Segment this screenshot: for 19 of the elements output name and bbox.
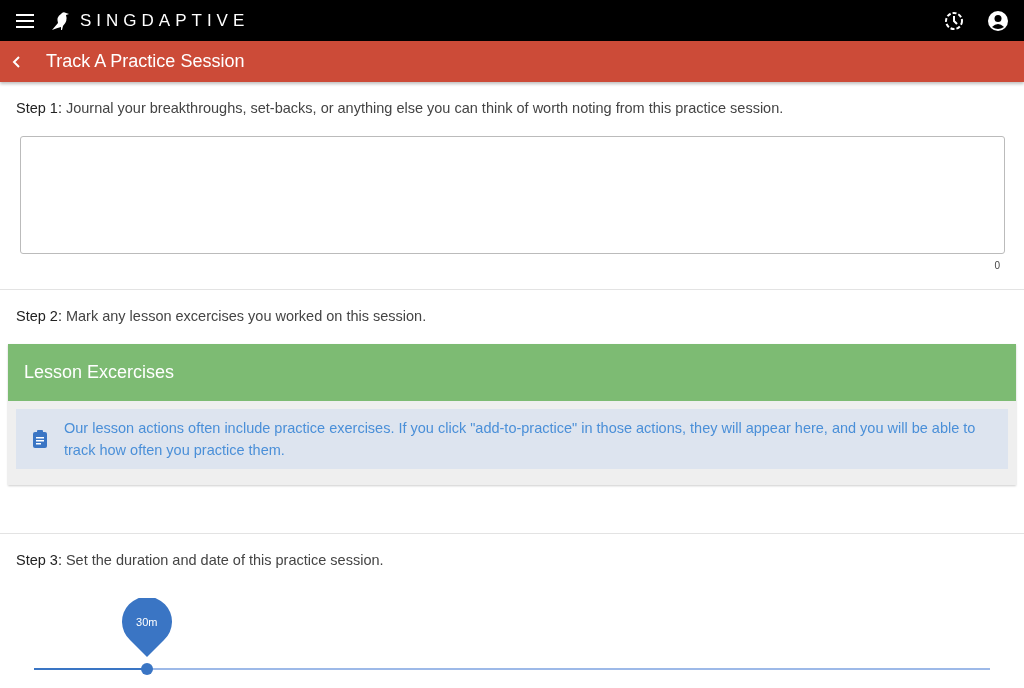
info-text: Our lesson actions often include practice exercises. If you click "add-to-practice" in those actions, they will appear here, and you will be able to track how often you practice them. — [64, 418, 977, 460]
account-icon[interactable] — [988, 10, 1008, 31]
journal-field[interactable] — [19, 135, 1005, 254]
step-label: Step 2: — [16, 306, 62, 326]
page-title: Track A Practice Session — [46, 50, 245, 73]
menu-icon[interactable] — [16, 13, 34, 28]
step-instruction: Journal your breakthroughs, set-backs, or anything else you can think of worth noting from this practice session. — [65, 99, 784, 118]
clipboard-icon — [32, 429, 48, 448]
slider-thumb[interactable] — [140, 663, 153, 676]
character-counter: 0 — [994, 258, 1000, 273]
step-instruction: Mark any lesson excercises you worked on this session. — [65, 306, 427, 326]
value-label-pin: 30m — [121, 598, 172, 659]
step-instruction: Set the duration and date of this practice session. — [65, 550, 384, 570]
step-label: Step 3: — [16, 550, 62, 570]
brand-logo[interactable]: SINGDAPTIVE — [80, 7, 250, 34]
history-icon[interactable] — [944, 10, 964, 31]
back-icon[interactable] — [12, 55, 22, 68]
step-label: Step 1: — [16, 99, 62, 118]
panel-header: Lesson Excercises — [8, 343, 1016, 401]
